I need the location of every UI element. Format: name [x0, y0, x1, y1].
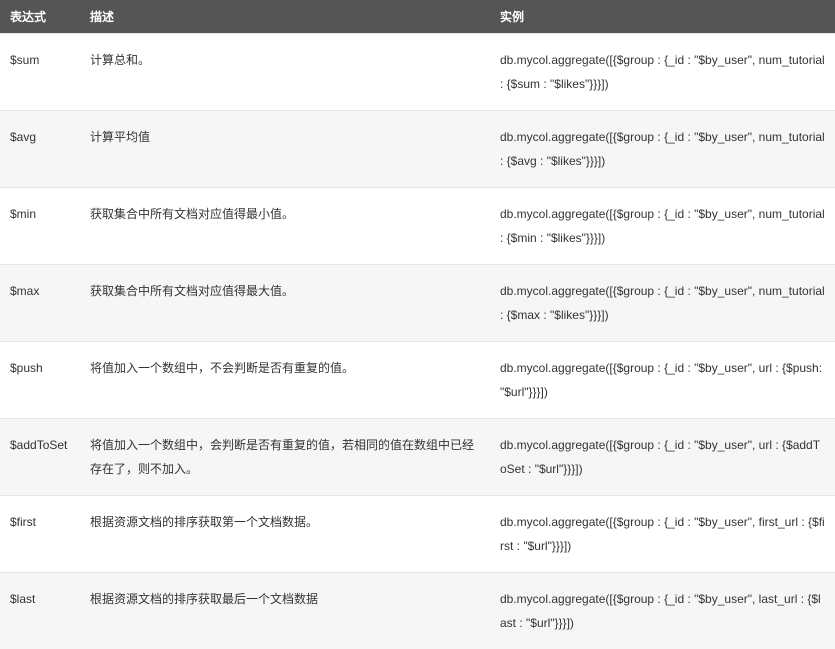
cell-expression: $max [0, 265, 80, 342]
table-row: $sum 计算总和。 db.mycol.aggregate([{$group :… [0, 34, 835, 111]
cell-description: 将值加入一个数组中，会判断是否有重复的值，若相同的值在数组中已经存在了，则不加入… [80, 419, 490, 496]
header-description: 描述 [80, 0, 490, 34]
table-row: $last 根据资源文档的排序获取最后一个文档数据 db.mycol.aggre… [0, 573, 835, 649]
cell-expression: $first [0, 496, 80, 573]
cell-example: db.mycol.aggregate([{$group : {_id : "$b… [490, 419, 835, 496]
cell-expression: $last [0, 573, 80, 649]
table-row: $first 根据资源文档的排序获取第一个文档数据。 db.mycol.aggr… [0, 496, 835, 573]
cell-example: db.mycol.aggregate([{$group : {_id : "$b… [490, 111, 835, 188]
cell-example: db.mycol.aggregate([{$group : {_id : "$b… [490, 573, 835, 649]
cell-description: 根据资源文档的排序获取第一个文档数据。 [80, 496, 490, 573]
header-example: 实例 [490, 0, 835, 34]
cell-description: 根据资源文档的排序获取最后一个文档数据 [80, 573, 490, 649]
table-row: $addToSet 将值加入一个数组中，会判断是否有重复的值，若相同的值在数组中… [0, 419, 835, 496]
table-row: $push 将值加入一个数组中，不会判断是否有重复的值。 db.mycol.ag… [0, 342, 835, 419]
table-header: 表达式 描述 实例 [0, 0, 835, 34]
cell-example: db.mycol.aggregate([{$group : {_id : "$b… [490, 188, 835, 265]
cell-description: 将值加入一个数组中，不会判断是否有重复的值。 [80, 342, 490, 419]
cell-example: db.mycol.aggregate([{$group : {_id : "$b… [490, 342, 835, 419]
table-row: $avg 计算平均值 db.mycol.aggregate([{$group :… [0, 111, 835, 188]
cell-description: 获取集合中所有文档对应值得最小值。 [80, 188, 490, 265]
cell-expression: $min [0, 188, 80, 265]
cell-example: db.mycol.aggregate([{$group : {_id : "$b… [490, 496, 835, 573]
cell-example: db.mycol.aggregate([{$group : {_id : "$b… [490, 265, 835, 342]
cell-expression: $sum [0, 34, 80, 111]
table-row: $min 获取集合中所有文档对应值得最小值。 db.mycol.aggregat… [0, 188, 835, 265]
header-expression: 表达式 [0, 0, 80, 34]
cell-description: 获取集合中所有文档对应值得最大值。 [80, 265, 490, 342]
cell-expression: $addToSet [0, 419, 80, 496]
table-row: $max 获取集合中所有文档对应值得最大值。 db.mycol.aggregat… [0, 265, 835, 342]
cell-description: 计算总和。 [80, 34, 490, 111]
cell-example: db.mycol.aggregate([{$group : {_id : "$b… [490, 34, 835, 111]
cell-expression: $avg [0, 111, 80, 188]
table-body: $sum 计算总和。 db.mycol.aggregate([{$group :… [0, 34, 835, 649]
aggregate-operators-table: 表达式 描述 实例 $sum 计算总和。 db.mycol.aggregate(… [0, 0, 835, 649]
cell-expression: $push [0, 342, 80, 419]
cell-description: 计算平均值 [80, 111, 490, 188]
